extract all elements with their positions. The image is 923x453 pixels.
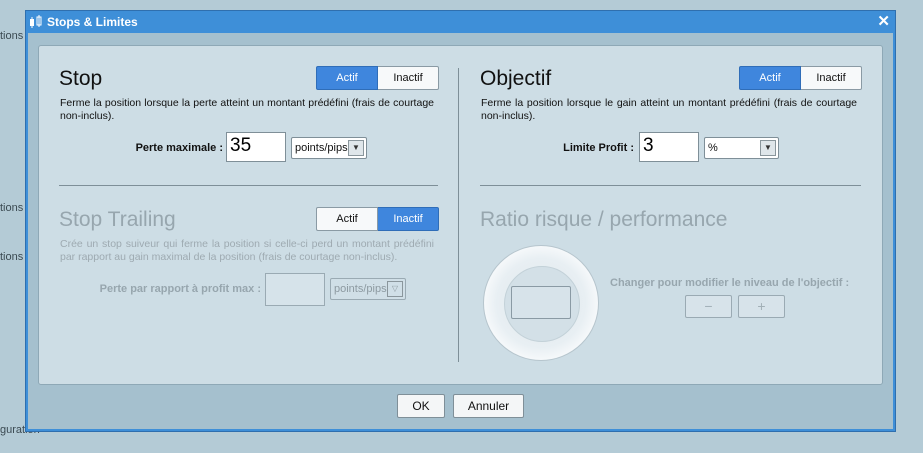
stop-toggle: Actif Inactif	[316, 66, 439, 90]
chevron-down-icon: ▼	[348, 140, 364, 156]
ratio-heading: Ratio risque / performance	[480, 208, 728, 231]
trailing-loss-label: Perte par rapport à profit max :	[99, 283, 261, 295]
objective-unit-value: %	[708, 142, 718, 154]
profit-limit-label: Limite Profit :	[563, 142, 634, 154]
close-icon[interactable]: ✕	[877, 12, 890, 30]
objective-inactive-button[interactable]: Inactif	[801, 66, 862, 90]
objective-toggle: Actif Inactif	[739, 66, 862, 90]
minus-icon: −	[704, 298, 713, 314]
stop-unit-value: points/pips	[295, 142, 348, 154]
trailing-unit-select[interactable]: points/pips ▽	[330, 278, 406, 300]
trailing-description: Crée un stop suiveur qui ferme la positi…	[60, 238, 434, 263]
cancel-button[interactable]: Annuler	[453, 394, 524, 418]
background-text: tions	[0, 30, 24, 42]
stop-active-button[interactable]: Actif	[316, 66, 378, 90]
increase-button[interactable]: +	[738, 295, 785, 318]
stop-unit-select[interactable]: points/pips ▼	[291, 137, 367, 159]
stops-limits-dialog: Stops & Limites ✕ Stop Actif Inactif Fer…	[25, 10, 896, 432]
background-text: tions	[0, 251, 24, 263]
trailing-toggle: Actif Inactif	[316, 207, 439, 231]
objective-active-button[interactable]: Actif	[739, 66, 801, 90]
objective-unit-select[interactable]: % ▼	[704, 137, 779, 159]
title-bar[interactable]: Stops & Limites ✕	[26, 11, 895, 33]
stop-heading: Stop	[59, 67, 103, 90]
objective-heading: Objectif	[480, 67, 552, 90]
column-divider	[458, 68, 459, 362]
trailing-active-button[interactable]: Actif	[316, 207, 378, 231]
ratio-gauge	[483, 245, 599, 361]
trailing-unit-value: points/pips	[334, 283, 387, 295]
background-text: tions	[0, 202, 24, 214]
ratio-hint: Changer pour modifier le niveau de l'obj…	[610, 277, 850, 289]
trailing-heading: Stop Trailing	[59, 208, 176, 231]
candlestick-icon	[30, 15, 42, 28]
plus-icon: +	[757, 298, 766, 314]
ratio-gauge-inner	[504, 266, 580, 342]
trailing-inactive-button[interactable]: Inactif	[378, 207, 439, 231]
divider	[59, 185, 438, 186]
chevron-down-icon: ▼	[760, 140, 776, 156]
profit-limit-input[interactable]: 3	[639, 132, 699, 162]
stop-description: Ferme la position lorsque la perte attei…	[60, 97, 434, 122]
chevron-down-icon: ▽	[387, 281, 403, 297]
ok-button[interactable]: OK	[397, 394, 445, 418]
max-loss-label: Perte maximale :	[135, 142, 223, 154]
window-title: Stops & Limites	[47, 15, 138, 29]
settings-panel: Stop Actif Inactif Ferme la position lor…	[38, 45, 883, 385]
divider	[480, 185, 861, 186]
dialog-body: Stop Actif Inactif Ferme la position lor…	[28, 33, 893, 429]
trailing-loss-input[interactable]	[265, 273, 325, 306]
decrease-button[interactable]: −	[685, 295, 732, 318]
stop-inactive-button[interactable]: Inactif	[378, 66, 439, 90]
ratio-value-box	[511, 286, 571, 319]
max-loss-input[interactable]: 35	[226, 132, 286, 162]
objective-description: Ferme la position lorsque le gain attein…	[481, 97, 857, 122]
